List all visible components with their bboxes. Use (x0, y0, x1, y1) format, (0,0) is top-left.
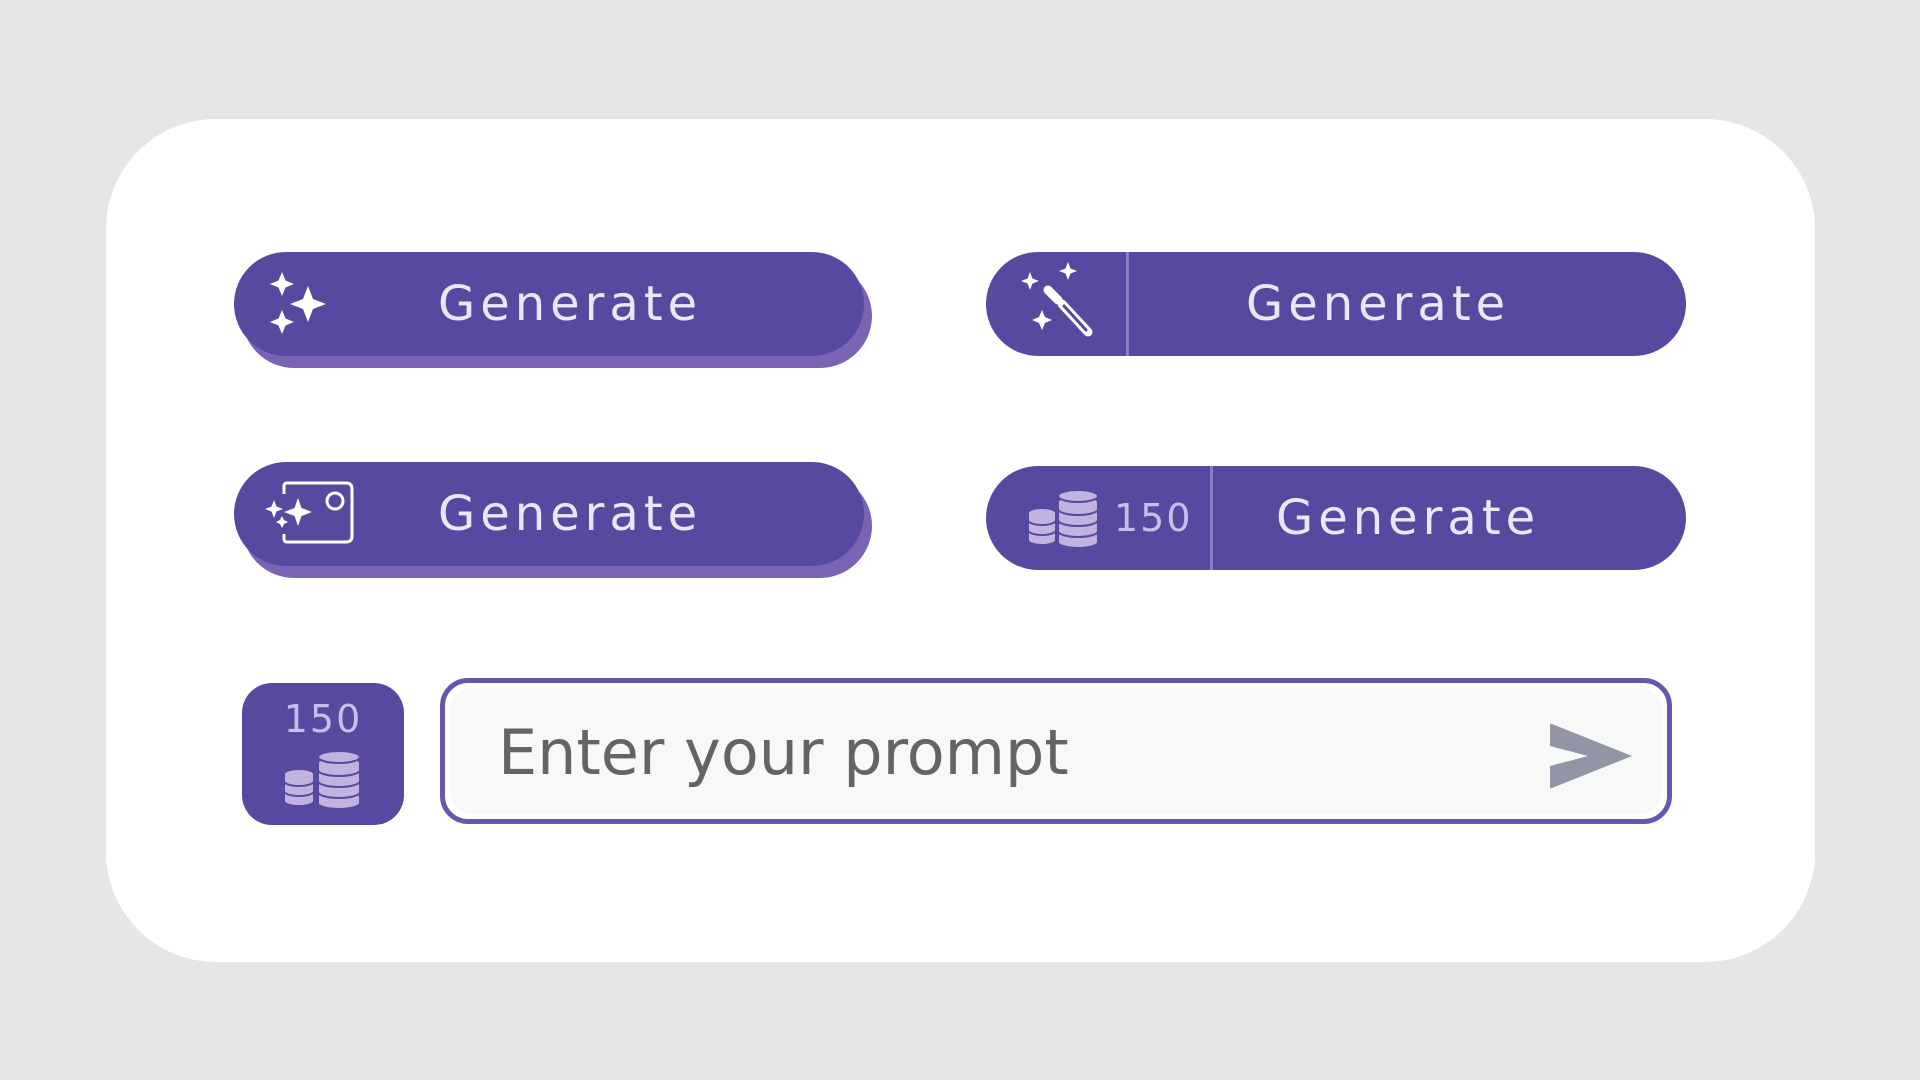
generate-label: Generate (438, 486, 703, 542)
button-divider (1210, 466, 1213, 570)
generate-image-button[interactable]: Generate (234, 462, 864, 566)
image-sparkles-icon (265, 481, 354, 544)
generate-sparkles-button[interactable]: Generate (234, 252, 864, 356)
credits-badge: 150 (242, 683, 404, 825)
coins-icon (1027, 489, 1099, 548)
cost-value: 150 (1114, 496, 1193, 540)
generate-magic-wand-button[interactable]: Generate (986, 252, 1686, 356)
sparkles-icon (270, 272, 326, 334)
button-divider (1126, 252, 1129, 356)
generate-label: Generate (438, 276, 703, 332)
coins-icon (283, 750, 361, 809)
prompt-field-inner (450, 688, 1662, 816)
prompt-field[interactable] (440, 678, 1672, 824)
prompt-input[interactable] (496, 688, 1500, 816)
generate-label: Generate (1276, 490, 1541, 546)
generate-label: Generate (1246, 276, 1511, 332)
credits-count: 150 (283, 697, 363, 741)
send-icon[interactable] (1548, 720, 1636, 792)
generate-coins-button[interactable]: 150 Generate (986, 466, 1686, 570)
magic-wand-icon (1021, 262, 1093, 337)
